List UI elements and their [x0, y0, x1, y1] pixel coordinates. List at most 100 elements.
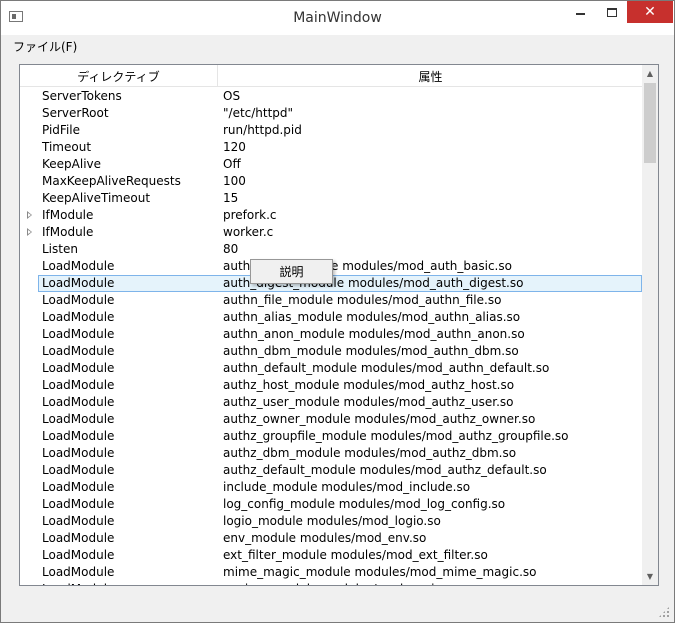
directive-attribute: 100 [223, 174, 246, 188]
tree-row[interactable]: IfModule prefork.c [20, 207, 642, 224]
directive-name: ServerTokens [42, 89, 122, 103]
tree-row[interactable]: Timeout 120 [20, 139, 642, 156]
directive-name: Listen [42, 242, 78, 256]
tree-row[interactable]: Listen 80 [20, 241, 642, 258]
directive-attribute: env_module modules/mod_env.so [223, 531, 427, 545]
directive-name: Timeout [42, 140, 92, 154]
directive-name: LoadModule [42, 582, 114, 585]
directive-tree[interactable]: ディレクティブ 属性 ServerTokens OS ServerRoot "/etc… [19, 64, 659, 586]
directive-name: LoadModule [42, 548, 115, 562]
tree-row[interactable]: ServerRoot "/etc/httpd" [20, 105, 642, 122]
directive-attribute: 80 [223, 242, 239, 256]
directive-attribute: 120 [223, 140, 246, 154]
tree-row[interactable]: MaxKeepAliveRequests 100 [20, 173, 642, 190]
tree-row[interactable]: LoadModule ext_filter_module modules/mod_… [20, 547, 642, 564]
tree-row[interactable]: IfModule worker.c [20, 224, 642, 241]
directive-name: LoadModule [42, 361, 115, 375]
tree-row[interactable]: KeepAliveTimeout 15 [20, 190, 642, 207]
tree-row[interactable]: LoadModule authn_dbm_module modules/mod_a… [20, 343, 642, 360]
directive-attribute: authz_user_module modules/mod_authz_user… [223, 395, 514, 409]
main-window: MainWindow ✕ ファイル(F) ディレクティブ 属性 ServerTo… [0, 0, 675, 623]
directive-attribute: worker.c [223, 225, 274, 239]
tree-row[interactable]: LoadModule authz_user_module modules/mod_… [20, 394, 642, 411]
tree-row[interactable]: LoadModule authz_groupfile_module modules… [20, 428, 642, 445]
status-bar [1, 599, 674, 622]
directive-name: LoadModule [42, 463, 115, 477]
tree-row[interactable]: LoadModule authz_host_module modules/mod_… [20, 377, 642, 394]
directive-name: IfModule [42, 208, 94, 222]
directive-attribute: logio_module modules/mod_logio.so [223, 514, 441, 528]
directive-name: IfModule [42, 225, 94, 239]
chevron-down-icon: ▼ [646, 572, 654, 581]
menu-file[interactable]: ファイル(F) [10, 38, 80, 55]
minimize-button[interactable] [565, 1, 595, 23]
column-header-directive[interactable]: ディレクティブ [20, 65, 218, 87]
scroll-down-button[interactable]: ▼ [642, 568, 658, 585]
directive-name: LoadModule [42, 429, 115, 443]
directive-attribute: mime_magic_module modules/mod_mime_magic… [223, 565, 537, 579]
directive-attribute: authz_default_module modules/mod_authz_d… [223, 463, 547, 477]
minimize-icon [575, 13, 585, 15]
scrollbar-thumb[interactable] [644, 83, 656, 163]
directive-attribute: log_config_module modules/mod_log_config… [223, 497, 506, 511]
resize-grip-icon[interactable] [658, 606, 670, 618]
directive-name: KeepAliveTimeout [42, 191, 151, 205]
directive-name: LoadModule [42, 327, 115, 341]
directive-attribute: authz_host_module modules/mod_authz_host… [223, 378, 515, 392]
tree-row[interactable]: PidFile run/httpd.pid [20, 122, 642, 139]
directive-name: LoadModule [42, 446, 115, 460]
directive-name: LoadModule [42, 293, 115, 307]
tree-row[interactable]: LoadModule authn_alias_module modules/mod… [20, 309, 642, 326]
tree-row[interactable]: LoadModule authn_default_module modules/m… [20, 360, 642, 377]
tree-row[interactable]: LoadModule env_module modules/mod_env.so [20, 530, 642, 547]
directive-name: LoadModule [42, 412, 115, 426]
tree-row[interactable]: LoadModule authz_dbm_module modules/mod_a… [20, 445, 642, 462]
vertical-scrollbar[interactable]: ▲ ▼ [642, 65, 658, 585]
directive-attribute: authn_alias_module modules/mod_authn_ali… [223, 310, 521, 324]
directive-name: LoadModule [42, 565, 115, 579]
directive-attribute: prefork.c [223, 208, 277, 222]
directive-name: LoadModule [42, 259, 115, 273]
column-header-attribute[interactable]: 属性 [219, 65, 642, 87]
directive-name: LoadModule [42, 514, 115, 528]
tree-row[interactable]: LoadModule logio_module modules/mod_logio… [20, 513, 642, 530]
directive-attribute: 15 [223, 191, 239, 205]
menu-bar: ファイル(F) [1, 35, 674, 57]
context-menu: 説明 [250, 259, 333, 284]
title-bar[interactable]: MainWindow ✕ [1, 1, 674, 35]
directive-name: LoadModule [42, 497, 115, 511]
tree-row[interactable]: LoadModule log_config_module modules/mod_… [20, 496, 642, 513]
directive-attribute: run/httpd.pid [223, 123, 302, 137]
tree-header: ディレクティブ 属性 [20, 65, 642, 87]
directive-attribute: ext_filter_module modules/mod_ext_filter… [223, 548, 488, 562]
tree-row[interactable]: LoadModule authn_file_module modules/mod_… [20, 292, 642, 309]
tree-row[interactable]: LoadModule authn_anon_module modules/mod_… [20, 326, 642, 343]
directive-attribute: include_module modules/mod_include.so [223, 480, 471, 494]
context-menu-item-description[interactable]: 説明 [251, 260, 332, 283]
maximize-button[interactable] [597, 1, 627, 23]
directive-name: LoadModule [42, 276, 115, 290]
tree-row[interactable]: LoadModule authz_owner_module modules/mod… [20, 411, 642, 428]
directive-name: KeepAlive [42, 157, 102, 171]
tree-row[interactable]: KeepAlive Off [20, 156, 642, 173]
tree-row[interactable]: LoadModule expires_module modules/mod_exp… [20, 581, 642, 585]
close-button[interactable]: ✕ [627, 1, 673, 23]
expand-arrow-icon[interactable] [27, 211, 32, 219]
directive-name: LoadModule [42, 344, 115, 358]
directive-attribute: authn_dbm_module modules/mod_authn_dbm.s… [223, 344, 519, 358]
directive-attribute: authz_owner_module modules/mod_authz_own… [223, 412, 536, 426]
scroll-up-button[interactable]: ▲ [642, 65, 658, 82]
tree-row[interactable]: ServerTokens OS [20, 88, 642, 105]
directive-name: ServerRoot [42, 106, 109, 120]
expand-arrow-icon[interactable] [27, 228, 32, 236]
chevron-up-icon: ▲ [646, 69, 654, 78]
tree-row[interactable]: LoadModule mime_magic_module modules/mod_… [20, 564, 642, 581]
directive-name: LoadModule [42, 378, 115, 392]
directive-attribute: authn_default_module modules/mod_authn_d… [223, 361, 550, 375]
tree-row[interactable]: LoadModule authz_default_module modules/m… [20, 462, 642, 479]
tree-row[interactable]: LoadModule include_module modules/mod_inc… [20, 479, 642, 496]
directive-name: LoadModule [42, 531, 115, 545]
maximize-icon [607, 7, 617, 17]
directive-name: PidFile [42, 123, 81, 137]
directive-attribute: "/etc/httpd" [223, 106, 294, 120]
